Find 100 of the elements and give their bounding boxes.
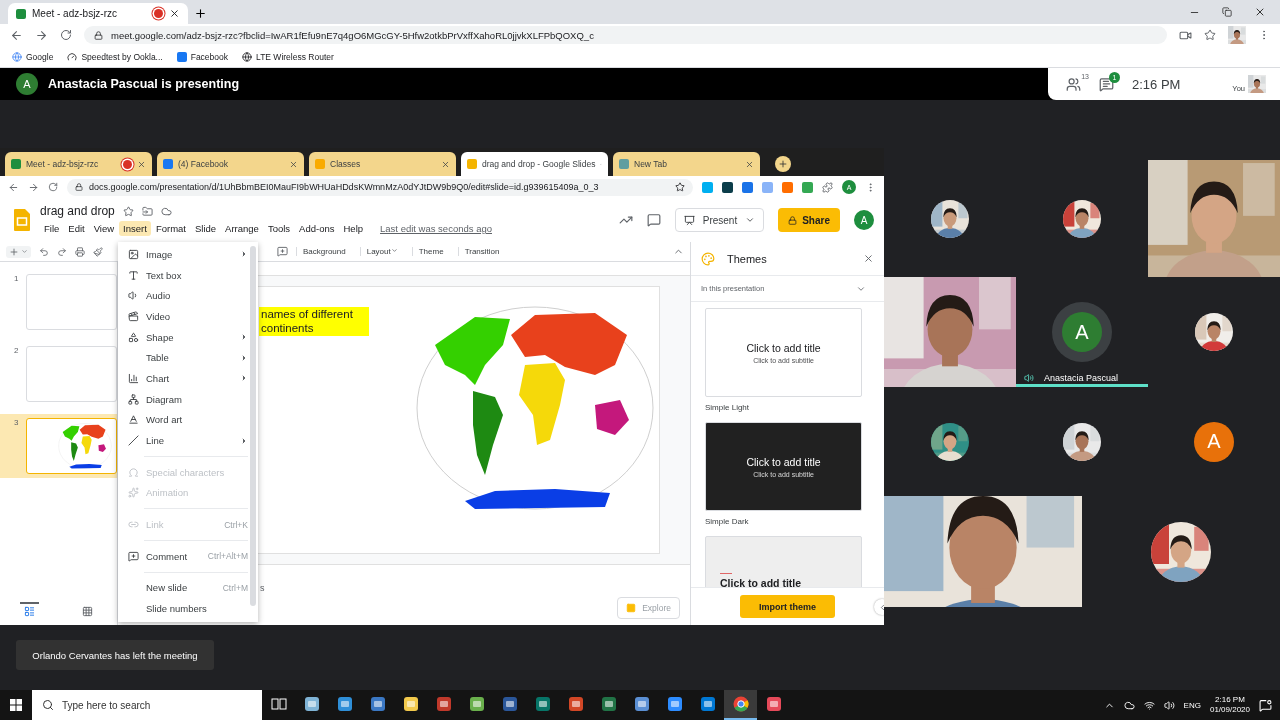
slide-thumbnail[interactable] bbox=[26, 346, 117, 402]
meet-icon bbox=[16, 8, 26, 19]
add-comment-icon[interactable] bbox=[277, 246, 288, 257]
menu-button[interactable]: Slide bbox=[190, 221, 221, 236]
menu-button[interactable]: File bbox=[40, 221, 64, 236]
browser-tab[interactable]: (4) Facebook bbox=[157, 152, 304, 176]
toolbar-button[interactable]: Layout bbox=[359, 247, 404, 256]
star-icon[interactable] bbox=[122, 205, 134, 217]
menu-button[interactable]: View bbox=[89, 221, 119, 236]
windows-icon bbox=[10, 699, 22, 711]
browser-tab[interactable]: Classes bbox=[309, 152, 456, 176]
list-view-button[interactable] bbox=[19, 602, 39, 619]
meeting-time: 2:16 PM bbox=[1132, 76, 1181, 92]
close-icon[interactable] bbox=[1254, 6, 1266, 18]
slide-row[interactable]: 1 bbox=[0, 270, 117, 334]
menu-button[interactable]: Format bbox=[151, 221, 190, 236]
forward-icon[interactable] bbox=[35, 28, 48, 42]
menu-button[interactable]: Edit bbox=[64, 221, 89, 236]
menu-button[interactable]: Insert bbox=[119, 221, 151, 236]
menu-item[interactable]: Audio bbox=[118, 285, 248, 307]
back-icon[interactable] bbox=[10, 28, 23, 42]
menu-item[interactable]: Line bbox=[118, 430, 248, 451]
back-icon[interactable] bbox=[8, 181, 19, 193]
menu-button[interactable]: Help bbox=[339, 221, 368, 236]
share-button[interactable]: Share bbox=[778, 208, 840, 232]
star-icon[interactable] bbox=[675, 182, 685, 192]
taskbar-app[interactable] bbox=[724, 690, 757, 720]
menu-item[interactable]: Table bbox=[118, 347, 248, 369]
menu-button[interactable]: Tools bbox=[263, 221, 295, 236]
menu-button[interactable]: Arrange bbox=[221, 221, 263, 236]
new-tab-icon[interactable] bbox=[194, 7, 207, 20]
notifications-icon[interactable] bbox=[1259, 698, 1272, 712]
menu-item[interactable]: Chart bbox=[118, 368, 248, 389]
menu-item[interactable]: Word art bbox=[118, 409, 248, 431]
extension-icon[interactable] bbox=[722, 181, 733, 193]
present-button[interactable]: Present bbox=[674, 208, 765, 232]
toolbar-button[interactable]: Background bbox=[296, 247, 352, 256]
toolbar-button[interactable]: Transition bbox=[457, 247, 506, 256]
import-theme-button[interactable]: Import theme bbox=[740, 595, 835, 618]
menu-item[interactable]: Comment Ctrl+Alt+M bbox=[118, 545, 248, 567]
toolbar-button[interactable]: Theme bbox=[411, 247, 450, 256]
slide-thumbnail[interactable] bbox=[26, 418, 117, 474]
account-avatar[interactable]: A bbox=[854, 210, 874, 230]
browser-tab[interactable]: drag and drop - Google Slides bbox=[461, 152, 608, 176]
puzzle-icon[interactable] bbox=[822, 181, 833, 193]
network-icon[interactable] bbox=[1143, 699, 1155, 711]
menu-item[interactable]: Slide numbers bbox=[118, 598, 248, 619]
scrollbar[interactable] bbox=[250, 246, 256, 606]
browser-tab[interactable]: Meet - adz-bsjz-rzc bbox=[5, 152, 152, 176]
submenu-arrow-icon bbox=[240, 374, 248, 383]
chat-icon[interactable] bbox=[1099, 76, 1114, 92]
bookmark[interactable]: Google bbox=[12, 51, 54, 62]
close-icon[interactable] bbox=[169, 8, 180, 19]
paint-format-icon[interactable] bbox=[93, 246, 103, 257]
square-icon bbox=[176, 51, 187, 62]
caret-icon bbox=[21, 248, 28, 255]
undo-icon[interactable] bbox=[39, 246, 49, 257]
slide-thumbnail[interactable] bbox=[26, 274, 117, 330]
restore-icon[interactable] bbox=[1222, 7, 1232, 17]
reload-icon[interactable] bbox=[60, 29, 72, 41]
menu-item[interactable]: Image bbox=[118, 244, 248, 265]
address-bar[interactable]: docs.google.com/presentation/d/1UhBbmBEI0MauFI9bWHUaHDdsKWmnMzA0dYJtDW9b9Q0/edit#slide=id.g939615409a_0_3 bbox=[67, 178, 693, 196]
app-icon bbox=[600, 696, 617, 712]
menu-item[interactable]: Shape bbox=[118, 326, 248, 348]
bookmark[interactable]: LTE Wireless Router bbox=[242, 51, 334, 62]
volume-icon[interactable] bbox=[1163, 699, 1175, 711]
menu-item[interactable]: Diagram bbox=[118, 388, 248, 410]
menu-item[interactable]: Text box bbox=[118, 264, 248, 286]
address-bar[interactable]: meet.google.com/adz-bsjz-rzc?fbclid=IwAR1fEfu9nE7q4gO6MGcGY-5Hfw2otkbPrVxffXahoRL0jjvkXLFPbQOXQ_c bbox=[84, 26, 1167, 44]
menu-item[interactable]: Video bbox=[118, 306, 248, 327]
redo-icon[interactable] bbox=[57, 246, 67, 257]
participant-name: Anastacia Pascual bbox=[1044, 373, 1119, 383]
bookmark[interactable]: Speedtest by Ookla... bbox=[67, 51, 163, 62]
menu-item[interactable]: New slide Ctrl+M bbox=[118, 577, 248, 599]
cloud-icon[interactable] bbox=[1123, 699, 1135, 711]
clock[interactable]: 2:16 PM 01/09/2020 bbox=[1209, 695, 1250, 715]
reload-icon[interactable] bbox=[48, 182, 58, 192]
document-title[interactable]: drag and drop bbox=[40, 204, 115, 218]
slide-row[interactable]: 3 bbox=[0, 414, 117, 478]
bookmark[interactable]: Facebook bbox=[176, 51, 229, 62]
slide-row[interactable]: 2 bbox=[0, 342, 117, 406]
forward-icon[interactable] bbox=[28, 181, 39, 193]
print-icon[interactable] bbox=[75, 246, 85, 257]
browser-tab[interactable]: New Tab bbox=[613, 152, 760, 176]
last-edit-link[interactable]: Last edit was seconds ago bbox=[380, 223, 492, 234]
theme-preview[interactable]: Click to add title bbox=[705, 536, 862, 587]
language-indicator[interactable]: ENG bbox=[1183, 700, 1201, 710]
grid-icon bbox=[82, 606, 94, 617]
menu-button[interactable]: Add-ons bbox=[295, 221, 339, 236]
browser-tab[interactable]: Meet - adz-bsjz-rzc bbox=[8, 3, 188, 24]
search-field[interactable]: Type here to search bbox=[32, 690, 262, 720]
comment-icon[interactable] bbox=[646, 213, 661, 227]
star-icon[interactable] bbox=[1204, 29, 1216, 41]
line-icon bbox=[128, 435, 139, 447]
app-icon bbox=[633, 696, 650, 712]
people-icon[interactable] bbox=[1066, 76, 1081, 92]
caret-icon[interactable] bbox=[745, 215, 756, 225]
app-icon bbox=[369, 696, 386, 712]
folder-icon[interactable] bbox=[141, 205, 153, 217]
new-tab-button[interactable] bbox=[775, 156, 791, 172]
